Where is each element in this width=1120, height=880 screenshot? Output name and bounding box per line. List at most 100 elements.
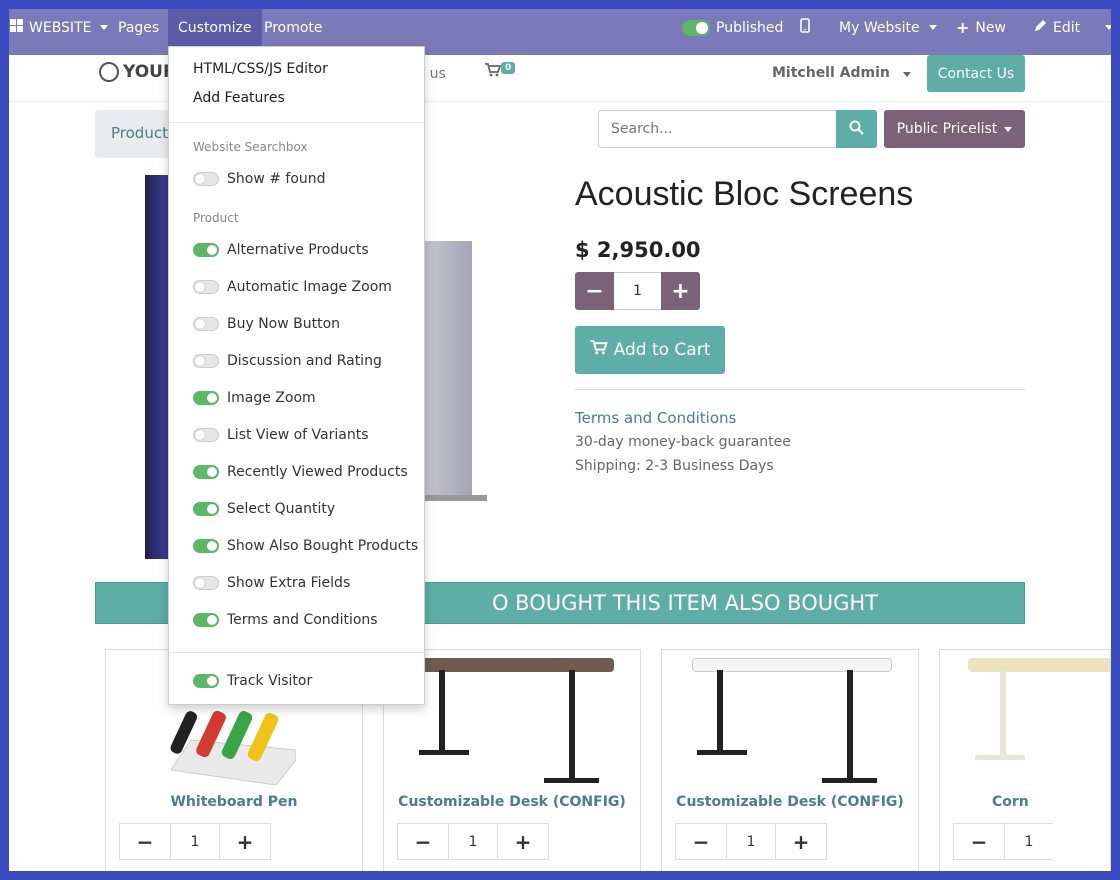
add-to-cart-button[interactable]: Add to Cart bbox=[575, 326, 725, 374]
toggle-option[interactable]: Alternative Products bbox=[193, 242, 369, 258]
card-increase-button[interactable]: + bbox=[497, 823, 549, 860]
toggle-label: List View of Variants bbox=[227, 427, 369, 443]
customize-menu-button[interactable]: Customize bbox=[168, 9, 262, 46]
edit-button[interactable]: Edit bbox=[1024, 9, 1090, 46]
toggle-off-icon bbox=[193, 576, 219, 590]
cart-link[interactable]: 0 bbox=[485, 62, 516, 81]
product-image-foot bbox=[417, 495, 487, 501]
toggle-label: Discussion and Rating bbox=[227, 353, 382, 369]
quantity-input[interactable]: 1 bbox=[614, 272, 661, 310]
pages-menu-button[interactable]: Pages bbox=[108, 9, 169, 46]
desk-image bbox=[662, 650, 918, 790]
pencil-icon bbox=[1034, 19, 1047, 36]
toggle-option[interactable]: Automatic Image Zoom bbox=[193, 279, 392, 295]
toggle-option[interactable]: Image Zoom bbox=[193, 390, 316, 406]
edit-label: Edit bbox=[1053, 19, 1081, 36]
card-decrease-button[interactable]: − bbox=[119, 823, 171, 860]
search-icon bbox=[849, 120, 864, 139]
card-quantity-input[interactable]: 1 bbox=[1005, 823, 1053, 860]
product-card[interactable]: Customizable Desk (CONFIG) − 1 + bbox=[661, 649, 919, 871]
product-card-name[interactable]: Customizable Desk (CONFIG) bbox=[662, 794, 918, 810]
site-logo[interactable]: YOUR bbox=[99, 62, 176, 82]
card-quantity-input[interactable]: 1 bbox=[449, 823, 497, 860]
product-title: Acoustic Bloc Screens bbox=[575, 175, 914, 213]
pricelist-label: Public Pricelist bbox=[896, 121, 998, 137]
toggle-off-icon bbox=[193, 172, 219, 186]
html-css-js-editor-item[interactable]: HTML/CSS/JS Editor bbox=[193, 61, 328, 77]
caret-down-icon bbox=[1105, 25, 1111, 30]
apps-grid-icon bbox=[10, 19, 23, 36]
user-menu[interactable]: Mitchell Admin bbox=[772, 65, 911, 81]
product-card-name[interactable]: Corn bbox=[992, 794, 1110, 810]
card-increase-button[interactable]: + bbox=[219, 823, 271, 860]
mobile-preview-button[interactable] bbox=[790, 9, 820, 46]
toggle-track-visitor[interactable]: Track Visitor bbox=[193, 673, 312, 689]
mobile-phone-icon bbox=[800, 18, 810, 37]
toggle-on-icon bbox=[193, 391, 219, 405]
product-card-name[interactable]: Customizable Desk (CONFIG) bbox=[384, 794, 640, 810]
desk-image bbox=[940, 650, 1110, 790]
card-quantity-stepper: − 1 + bbox=[397, 823, 549, 860]
toggle-off-icon bbox=[193, 354, 219, 368]
toggle-off-icon bbox=[193, 317, 219, 331]
website-menu-label: WEBSITE bbox=[29, 19, 92, 36]
card-decrease-button[interactable]: − bbox=[675, 823, 727, 860]
toggle-on-icon bbox=[193, 465, 219, 479]
card-decrease-button[interactable]: − bbox=[397, 823, 449, 860]
promote-menu-button[interactable]: Promote bbox=[254, 9, 333, 46]
increase-quantity-button[interactable]: + bbox=[661, 272, 700, 310]
section-header-searchbox: Website Searchbox bbox=[193, 140, 308, 154]
toggle-off-icon bbox=[193, 428, 219, 442]
toggle-label: Recently Viewed Products bbox=[227, 464, 408, 480]
card-quantity-stepper: − 1 + bbox=[119, 823, 271, 860]
product-card-name[interactable]: Whiteboard Pen bbox=[106, 794, 362, 810]
decrease-quantity-button[interactable]: − bbox=[575, 272, 614, 310]
guarantee-text: 30-day money-back guarantee bbox=[575, 434, 791, 450]
card-quantity-stepper: − 1 bbox=[953, 823, 1053, 860]
quantity-stepper: − 1 + bbox=[575, 272, 700, 310]
section-header-product: Product bbox=[193, 211, 239, 225]
toggle-label: Buy Now Button bbox=[227, 316, 341, 332]
toggle-option[interactable]: Terms and Conditions bbox=[193, 612, 378, 628]
toggle-label: Show Extra Fields bbox=[227, 575, 351, 591]
plus-icon: + bbox=[956, 18, 970, 37]
search-button[interactable] bbox=[836, 110, 877, 148]
cart-icon bbox=[485, 62, 502, 81]
website-menu-button[interactable]: WEBSITE bbox=[9, 9, 118, 46]
my-website-menu-button[interactable]: My Website bbox=[829, 9, 947, 46]
toggle-on-icon bbox=[193, 674, 219, 688]
user-name: Mitchell Admin bbox=[772, 65, 890, 81]
contact-us-button[interactable]: Contact Us bbox=[927, 55, 1025, 92]
caret-down-icon bbox=[1004, 126, 1013, 132]
product-card[interactable]: Corn − 1 bbox=[939, 649, 1111, 871]
search-input[interactable] bbox=[598, 110, 836, 148]
published-toggle[interactable]: Published bbox=[672, 9, 793, 46]
toggle-option[interactable]: Select Quantity bbox=[193, 501, 335, 517]
pricelist-dropdown[interactable]: Public Pricelist bbox=[884, 110, 1025, 148]
toggle-show-found[interactable]: Show # found bbox=[193, 171, 326, 187]
toggle-option[interactable]: Recently Viewed Products bbox=[193, 464, 408, 480]
toggle-label: Show Also Bought Products bbox=[227, 538, 419, 554]
toggle-option[interactable]: Discussion and Rating bbox=[193, 353, 382, 369]
toggle-option[interactable]: List View of Variants bbox=[193, 427, 369, 443]
card-increase-button[interactable]: + bbox=[775, 823, 827, 860]
toggle-option[interactable]: Show Extra Fields bbox=[193, 575, 350, 591]
toggle-on-icon bbox=[193, 539, 219, 553]
toggle-option[interactable]: Buy Now Button bbox=[193, 316, 340, 332]
add-features-item[interactable]: Add Features bbox=[193, 90, 285, 106]
new-content-button[interactable]: + New bbox=[946, 9, 1016, 46]
published-label: Published bbox=[716, 19, 784, 36]
card-quantity-input[interactable]: 1 bbox=[171, 823, 219, 860]
cart-count-badge: 0 bbox=[501, 62, 516, 74]
also-bought-text: O BOUGHT THIS ITEM ALSO BOUGHT bbox=[491, 591, 879, 615]
plus-icon: + bbox=[671, 278, 690, 304]
card-decrease-button[interactable]: − bbox=[953, 823, 1005, 860]
card-quantity-input[interactable]: 1 bbox=[727, 823, 775, 860]
more-options-button[interactable] bbox=[1092, 9, 1111, 46]
new-label: New bbox=[975, 19, 1006, 36]
search-box bbox=[598, 110, 877, 148]
toggle-option[interactable]: Show Also Bought Products bbox=[193, 538, 418, 554]
customize-dropdown-menu: HTML/CSS/JS Editor Add Features Website … bbox=[168, 46, 425, 705]
toggle-label: Alternative Products bbox=[227, 242, 369, 258]
terms-link[interactable]: Terms and Conditions bbox=[575, 409, 736, 427]
